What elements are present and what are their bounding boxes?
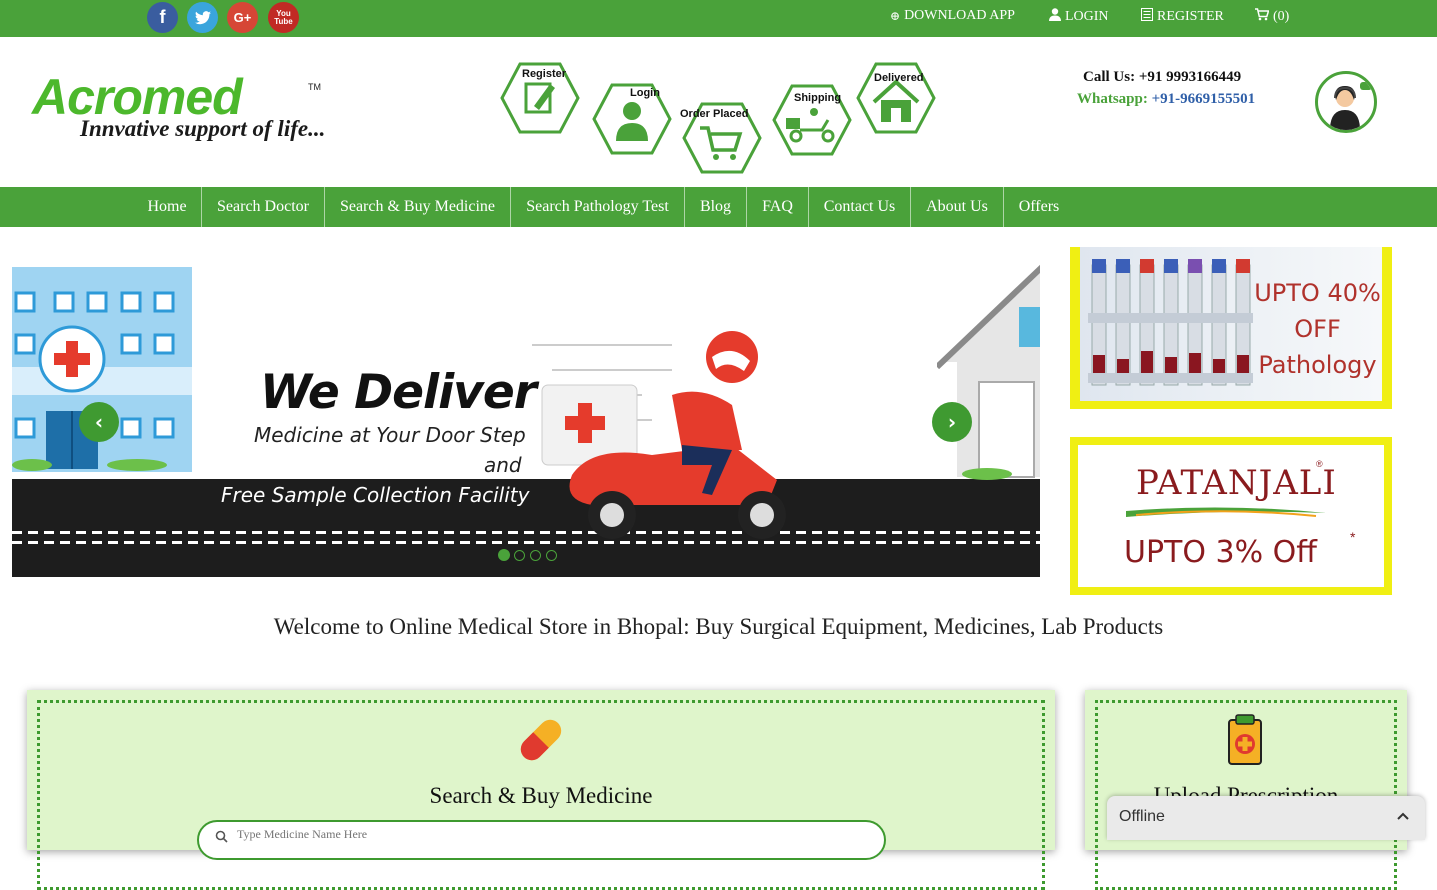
site-logo[interactable]: Acromed TM Innvative support of life... [30,66,375,152]
search-icon [215,830,228,848]
slider-heading: We Deliver [260,365,537,420]
test-tubes-illustration [1088,259,1253,386]
register-link[interactable]: REGISTER [1141,8,1224,25]
slider-line-3: Free Sample Collection Facility [221,483,530,507]
nav-blog[interactable]: Blog [685,187,746,227]
slider-dot-2[interactable] [514,550,525,561]
logo-tagline: Innvative support of life... [80,116,326,141]
facebook-icon[interactable]: f [147,2,178,33]
slider-dot-4[interactable] [546,550,557,561]
chevron-right-icon: › [947,410,957,434]
medicine-search-input[interactable] [235,826,839,843]
google-plus-icon[interactable]: G+ [227,2,258,33]
chat-widget[interactable]: Offline [1107,796,1425,840]
call-number[interactable]: +91 9993166449 [1139,69,1241,85]
download-icon: ⊕ [890,8,901,23]
call-us: Call Us: +91 9993166449 [1083,69,1241,86]
nav-home[interactable]: Home [134,187,200,227]
step-login: Login [592,83,672,163]
nav-offers[interactable]: Offers [1004,187,1074,227]
nav-about-us[interactable]: About Us [911,187,1003,227]
slider-line-2: and [484,453,522,477]
main-nav: Home Search Doctor Search & Buy Medicine… [0,187,1437,227]
step-label: Shipping [794,92,842,104]
nav-search-buy-medicine[interactable]: Search & Buy Medicine [325,187,510,227]
customer-support-icon[interactable] [1315,71,1377,133]
patanjali-swoosh [1126,507,1326,517]
login-link[interactable]: LOGIN [1049,8,1109,25]
slider-line-1: Medicine at Your Door Step [254,423,526,447]
step-label: Order Placed [680,108,749,120]
top-bar: f G+ You Tube ⊕ DOWNLOAD APP LOGIN REGIS… [0,0,1437,37]
nav-faq[interactable]: FAQ [747,187,808,227]
step-label: Delivered [874,72,924,84]
hero-slider: We Deliver Medicine at Your Door Step an… [12,247,1040,577]
pathology-offer-text: UPTO 40% OFF Pathology [1250,275,1382,383]
whatsapp-number[interactable]: +91-9669155501 [1152,91,1256,107]
step-label: Login [630,87,660,99]
cart-icon [1255,8,1270,25]
pathology-line-1: UPTO 40% [1254,279,1381,307]
medicine-search-box[interactable] [197,820,886,860]
chevron-up-icon[interactable] [1397,806,1409,824]
patanjali-registered-mark: ® [1316,459,1323,469]
nav-search-doctor[interactable]: Search Doctor [202,187,324,227]
cart-link[interactable]: (0) [1255,8,1289,25]
whatsapp-label: Whatsapp: [1077,91,1152,107]
welcome-heading: Welcome to Online Medical Store in Bhopa… [273,614,1164,639]
patanjali-offer-text: UPTO 3% Off [1124,535,1317,570]
pathology-offer-banner[interactable]: UPTO 40% OFF Pathology [1070,247,1392,409]
pathology-banner-image: UPTO 40% OFF Pathology [1080,247,1382,401]
search-medicine-title: Search & Buy Medicine [429,783,653,808]
patanjali-logo-text: PATANJALI [1136,463,1337,503]
pathology-line-2: OFF [1294,315,1341,343]
slider-next-button[interactable]: › [932,402,972,442]
house-illustration [937,264,1040,480]
prescription-clipboard-icon [1228,714,1262,765]
slider-dot-3[interactable] [530,550,541,561]
patanjali-offer-banner[interactable]: PATANJALI ® UPTO 3% Off * [1070,437,1392,595]
search-medicine-card: Search & Buy Medicine [27,690,1055,890]
logo-trademark: TM [308,82,321,92]
download-app-link[interactable]: ⊕ DOWNLOAD APP [890,8,1015,24]
twitter-icon[interactable] [187,2,218,33]
download-app-label: DOWNLOAD APP [904,8,1015,23]
call-label: Call Us: [1083,69,1139,85]
patanjali-asterisk: * [1350,529,1356,545]
login-label: LOGIN [1065,8,1109,24]
nav-contact-us[interactable]: Contact Us [809,187,910,227]
register-label: REGISTER [1157,8,1224,24]
cart-count: (0) [1273,8,1290,24]
delivery-scooter-illustration [532,331,786,539]
step-order-placed: Order Placed [680,102,762,182]
road-marking [12,541,1040,544]
hospital-illustration [12,267,192,472]
slider-dot-1[interactable] [498,549,510,561]
pathology-line-3: Pathology [1258,351,1377,379]
step-label: Register [522,68,567,80]
step-delivered: Delivered [856,62,936,142]
list-icon [1141,8,1153,25]
nav-search-pathology[interactable]: Search Pathology Test [511,187,684,227]
step-shipping: Shipping [772,84,852,164]
youtube-icon[interactable]: You Tube [268,2,299,33]
patanjali-banner-image: PATANJALI ® UPTO 3% Off * [1078,445,1384,587]
whatsapp-contact: Whatsapp: +91-9669155501 [1077,91,1255,108]
chat-status: Offline [1119,808,1165,825]
step-register: Register [500,62,580,142]
road-marking [12,531,1040,534]
slider-prev-button[interactable]: ‹ [79,402,119,442]
capsule-icon [520,719,562,761]
chevron-left-icon: ‹ [94,410,104,434]
user-icon [1049,8,1061,25]
